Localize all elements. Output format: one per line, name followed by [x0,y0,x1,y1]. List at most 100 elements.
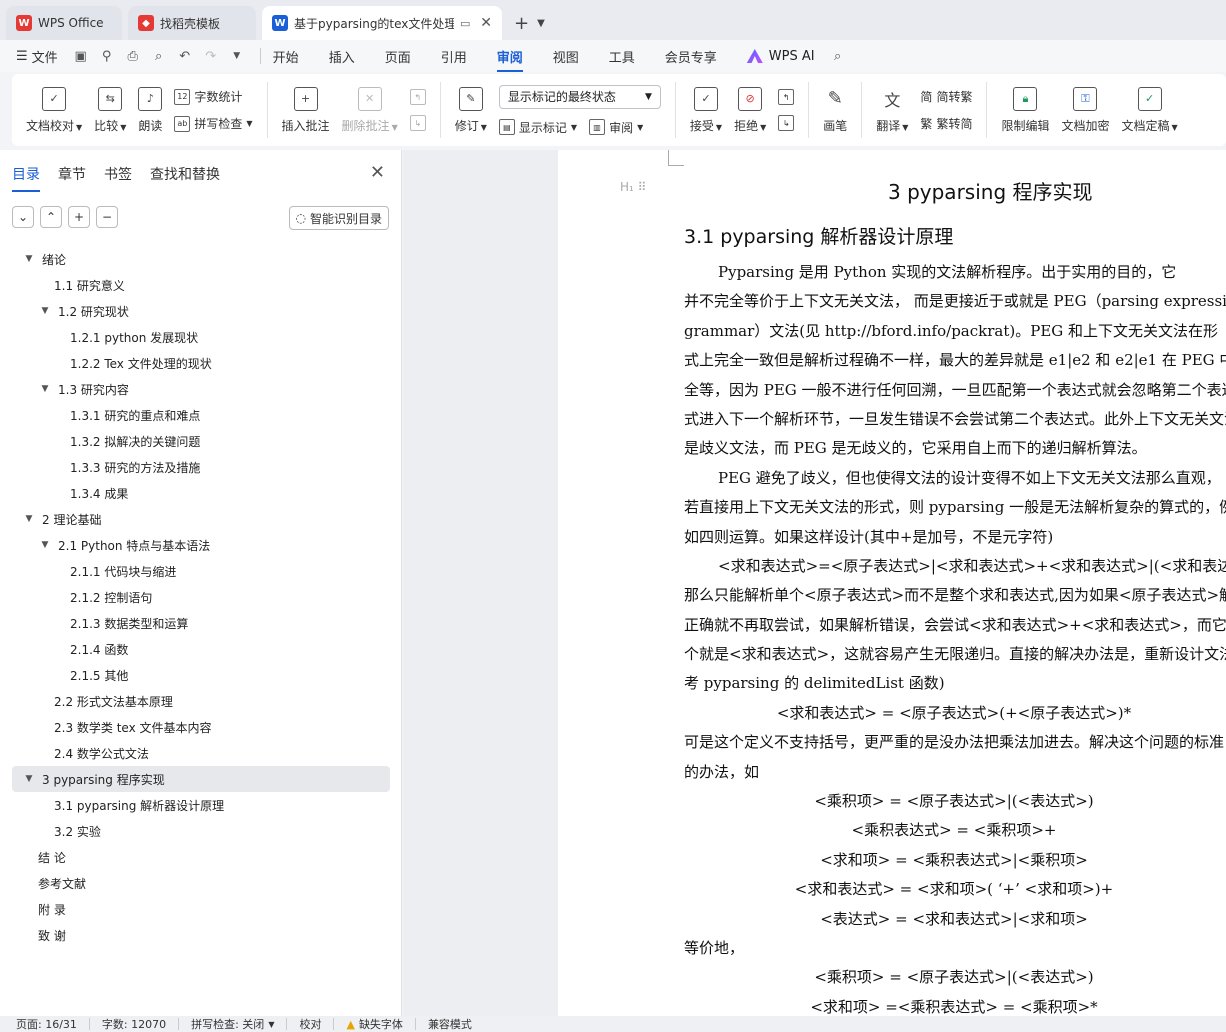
word-count-button[interactable]: 12 字数统计 [174,88,252,105]
track-changes-icon: ✎ [458,86,483,111]
toc-item[interactable]: 2.1.5 其他 [12,662,390,688]
page-indicator[interactable]: 页面: 16/31 [16,1016,77,1032]
nav-tab-find-replace[interactable]: 查找和替换 [150,164,220,184]
toc-item[interactable]: ▼ 1.2 研究现状 [12,298,390,324]
tab-docer-templates[interactable]: ◆ 找稻壳模板 [128,6,256,40]
expand-caret-icon[interactable]: ▼ [22,254,36,264]
tab-view[interactable]: 视图 [553,47,579,66]
review-pane-button[interactable]: ▥ 审阅 ▼ [589,119,643,136]
tab-current-document[interactable]: W 基于pyparsing的tex文件处理 ▭ ✕ [262,6,502,40]
close-icon[interactable]: ✕ [370,162,385,183]
expand-caret-icon[interactable]: ▼ [38,540,52,550]
toc-item[interactable]: 2.1.2 控制语句 [12,584,390,610]
file-menu[interactable]: ☰ 文件 [16,47,58,66]
toc-item[interactable]: 2.2 形式文法基本原理 [12,688,390,714]
proof-indicator[interactable]: 校对 [299,1016,321,1032]
nav-tab-toc[interactable]: 目录 [12,164,40,192]
tab-home[interactable]: 开始 [273,47,299,66]
expand-caret-icon[interactable]: ▼ [38,306,52,316]
print-preview-icon[interactable]: ⌕ [150,47,168,65]
tab-insert[interactable]: 插入 [329,47,355,66]
toc-item[interactable]: 3.2 实验 [12,818,390,844]
to-traditional-button[interactable]: 简 简转繁 [920,88,972,105]
next-change-button[interactable]: ↳ [778,115,795,131]
search-icon[interactable]: ⌕ [829,47,847,65]
remove-heading-icon[interactable]: − [96,206,118,228]
tab-review[interactable]: 审阅 [496,47,523,72]
more-chevron-icon[interactable]: ▼ [228,47,246,65]
toc-item[interactable]: ▼ 3 pyparsing 程序实现 [12,766,390,792]
nav-tab-bookmarks[interactable]: 书签 [104,164,132,184]
toc-item[interactable]: 参考文献 [12,870,390,896]
compare-button[interactable]: ⇆ 比较 ▼ [94,86,126,134]
toc-item[interactable]: 附 录 [12,896,390,922]
doc-proof-button[interactable]: ✓ 文档校对 ▼ [26,86,82,134]
toc-item[interactable]: 2.4 数学公式文法 [12,740,390,766]
toc-item[interactable]: ▼ 2.1 Python 特点与基本语法 [12,532,390,558]
track-changes-button[interactable]: ✎ 修订 ▼ [455,86,487,134]
spell-check-button[interactable]: ab 拼写检查 ▼ [174,115,253,132]
tab-references[interactable]: 引用 [441,47,467,66]
finalize-button[interactable]: ✓ 文档定稿 ▼ [1121,86,1178,134]
word-count-indicator[interactable]: 字数: 12070 [102,1016,166,1032]
expand-caret-icon[interactable]: ▼ [38,384,52,394]
spell-check-indicator[interactable]: 拼写检查: 关闭 ▼ [191,1016,274,1032]
toc-item[interactable]: 2.1.3 数据类型和运算 [12,610,390,636]
toc-item[interactable]: ▼ 1.3 研究内容 [12,376,390,402]
toc-item[interactable]: 1.2.2 Tex 文件处理的现状 [12,350,390,376]
accept-button[interactable]: ✓ 接受 ▼ [690,86,722,134]
delete-comment-button[interactable]: ✕ 删除批注 ▼ [342,86,398,134]
next-comment-button[interactable]: ↳ [409,115,426,131]
nav-tab-chapters[interactable]: 章节 [58,164,86,184]
monitor-icon[interactable]: ▭ [460,17,470,30]
read-aloud-button[interactable]: ♪ 朗读 [138,86,162,134]
show-markup-button[interactable]: ▤ 显示标记 ▼ [498,119,577,136]
print-icon[interactable]: ⎙ [124,47,142,65]
toc-item[interactable]: ▼ 绪论 [12,246,390,272]
missing-font-indicator[interactable]: ▲ 缺失字体 [346,1016,402,1032]
expand-caret-icon[interactable]: ▼ [22,514,36,524]
heading-drag-handle-icon[interactable]: H₁ ⠿ [620,180,646,194]
to-simplified-button[interactable]: 繁 繁转简 [920,115,972,132]
new-tab-button[interactable]: + ▼ [508,6,551,40]
toc-item[interactable]: 1.2.1 python 发展现状 [12,324,390,350]
close-icon[interactable]: ✕ [480,15,492,31]
toc-item[interactable]: 1.3.1 研究的重点和难点 [12,402,390,428]
undo-icon[interactable]: ↶ [176,47,194,65]
previous-comment-button[interactable]: ↰ [409,89,426,105]
reject-button[interactable]: ⊘ 拒绝 ▼ [734,86,766,134]
toc-item[interactable]: 1.3.4 成果 [12,480,390,506]
restrict-edit-button[interactable]: 🔒︎ 限制编辑 [1001,86,1049,134]
encrypt-button[interactable]: ⚿ 文档加密 [1061,86,1109,134]
save-icon[interactable]: ▣ [72,47,90,65]
previous-change-button[interactable]: ↰ [778,89,795,105]
redo-icon[interactable]: ↷ [202,47,220,65]
toc-item[interactable]: 2.1.1 代码块与缩进 [12,558,390,584]
tab-tools[interactable]: 工具 [609,47,635,66]
insert-comment-button[interactable]: + 插入批注 [282,86,330,134]
toc-item[interactable]: 1.1 研究意义 [12,272,390,298]
markup-state-select[interactable]: 显示标记的最终状态 ▼ [498,84,661,109]
add-heading-icon[interactable]: + [68,206,90,228]
expand-up-icon[interactable]: ⌃ [40,206,62,228]
toc-item[interactable]: 1.3.3 研究的方法及措施 [12,454,390,480]
pen-button[interactable]: ✎ 画笔 [823,87,847,134]
toc-item[interactable]: 1.3.2 拟解决的关键问题 [12,428,390,454]
translate-button[interactable]: 文 翻译 ▼ [876,87,908,134]
toc-item[interactable]: 致 谢 [12,922,390,948]
document-body[interactable]: Pyparsing 是用 Python 实现的文法解析程序。出于实用的目的，它并… [684,258,1226,1016]
smart-toc-button[interactable]: ◌ 智能识别目录 [288,206,389,230]
tab-page[interactable]: 页面 [385,47,411,66]
collapse-down-icon[interactable]: ⌄ [12,206,34,228]
toc-item[interactable]: 3.1 pyparsing 解析器设计原理 [12,792,390,818]
share-icon[interactable]: ⚲ [98,47,116,65]
toc-item[interactable]: 2.3 数学类 tex 文件基本内容 [12,714,390,740]
document-line: <求和表达式> = <原子表达式>(+<原子表达式>)* [776,703,1132,722]
toc-item[interactable]: 2.1.4 函数 [12,636,390,662]
toc-item[interactable]: 结 论 [12,844,390,870]
toc-item[interactable]: ▼ 2 理论基础 [12,506,390,532]
tab-wps-office[interactable]: W WPS Office [6,6,122,40]
tab-membership[interactable]: 会员专享 [665,47,717,66]
expand-caret-icon[interactable]: ▼ [22,774,36,784]
wps-ai-button[interactable]: WPS AI [746,49,815,64]
